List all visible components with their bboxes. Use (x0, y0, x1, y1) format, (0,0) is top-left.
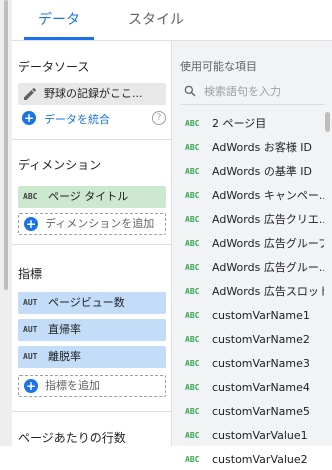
text-type-icon: ABC (185, 407, 200, 416)
search-underline (180, 104, 325, 105)
dimension-chip[interactable]: ABC ページ タイトル (18, 186, 166, 208)
field-item[interactable]: ABC customVarValue1 (172, 426, 324, 446)
properties-panel: データソース 野球の記録がここ... + データを統合 ? ディメンション AB… (12, 41, 171, 446)
add-metric-button[interactable]: + 指標を追加 (18, 375, 166, 397)
field-name: customVarName2 (212, 333, 310, 346)
field-item[interactable]: ABC AdWords の基準 ID (172, 162, 324, 182)
text-type-icon: ABC (185, 311, 200, 320)
field-name: customVarValue2 (212, 453, 308, 466)
field-item[interactable]: ABC customVarName2 (172, 330, 324, 350)
active-tab-indicator (24, 37, 94, 40)
fields-scrollbar-thumb[interactable] (325, 112, 330, 132)
field-item[interactable]: ABC customVarName4 (172, 378, 324, 398)
text-type-icon: ABC (185, 191, 200, 200)
field-item[interactable]: ABC AdWords 広告クリエ... (172, 210, 324, 230)
field-item[interactable]: ABC AdWords 広告グルー... (172, 258, 324, 278)
dimension-chip-label: ページ タイトル (48, 190, 129, 203)
left-scrollbar[interactable] (0, 0, 12, 446)
field-name: AdWords 広告グループ (212, 237, 324, 250)
divider (12, 244, 171, 245)
field-name: customVarName4 (212, 381, 310, 394)
divider (12, 411, 171, 412)
plus-circle-icon: + (24, 379, 38, 393)
field-name: customVarName3 (212, 357, 310, 370)
field-name: AdWords お客様 ID (212, 141, 313, 154)
field-item[interactable]: ABC AdWords お客様 ID (172, 138, 324, 158)
field-name: customVarValue1 (212, 429, 308, 442)
text-type-icon: ABC (185, 215, 200, 224)
text-type-icon: ABC (185, 359, 200, 368)
metric-chip-label: 離脱率 (48, 350, 81, 363)
metric-chip-label: ページビュー数 (48, 296, 125, 309)
add-dimension-label: ディメンションを追加 (45, 217, 155, 230)
add-dimension-button[interactable]: + ディメンションを追加 (18, 213, 166, 235)
auto-type-icon: AUT (23, 298, 38, 307)
available-fields-title: 使用可能な項目 (180, 60, 257, 73)
help-icon[interactable]: ? (152, 111, 166, 125)
auto-type-icon: AUT (23, 352, 38, 361)
dimension-title: ディメンション (18, 158, 102, 172)
add-metric-label: 指標を追加 (45, 379, 100, 392)
field-item[interactable]: ABC customVarName5 (172, 402, 324, 422)
tab-bar: データ スタイル (12, 0, 332, 41)
field-item[interactable]: ABC 2 ページ目 (172, 114, 324, 134)
pencil-icon[interactable] (22, 85, 38, 103)
metric-chip[interactable]: AUT 離脱率 (18, 346, 166, 368)
field-name: AdWords の基準 ID (212, 165, 313, 178)
field-item[interactable]: ABC AdWords キャンペー... (172, 186, 324, 206)
available-fields-panel: 使用可能な項目 ABC 2 ページ目 ABC AdWords お客様 ID ABC AdW… (171, 41, 332, 466)
field-item[interactable]: ABC customVarName1 (172, 306, 324, 326)
text-type-icon: ABC (185, 239, 200, 248)
field-item[interactable]: ABC customVarValue2 (172, 450, 324, 470)
field-item[interactable]: ABC customVarName3 (172, 354, 324, 374)
text-type-icon: ABC (185, 263, 200, 272)
plus-circle-icon[interactable]: + (22, 111, 36, 125)
text-type-icon: ABC (185, 335, 200, 344)
tab-style[interactable]: スタイル (112, 0, 200, 40)
divider (12, 139, 171, 140)
search-icon (184, 85, 196, 97)
field-item[interactable]: ABC AdWords 広告スロット (172, 282, 324, 302)
auto-type-icon: AUT (23, 325, 38, 334)
plus-circle-icon: + (24, 217, 38, 231)
text-type-icon: ABC (185, 167, 200, 176)
field-search-input[interactable] (204, 82, 324, 100)
field-name: AdWords 広告スロット (212, 285, 324, 298)
text-type-icon: ABC (185, 143, 200, 152)
data-source-title: データソース (18, 60, 90, 74)
field-name: 2 ページ目 (212, 117, 267, 130)
metric-chip[interactable]: AUT ページビュー数 (18, 292, 166, 314)
blend-data-link[interactable]: データを統合 (44, 111, 110, 127)
field-name: customVarName5 (212, 405, 310, 418)
field-name: AdWords キャンペー... (212, 189, 324, 202)
metric-title: 指標 (18, 267, 43, 281)
data-source-chip[interactable]: 野球の記録がここ... (18, 83, 166, 105)
text-type-icon: ABC (185, 383, 200, 392)
text-type-icon: ABC (23, 192, 38, 201)
field-name: AdWords 広告グルー... (212, 261, 324, 274)
field-item[interactable]: ABC AdWords 広告グループ (172, 234, 324, 254)
metric-chip[interactable]: AUT 直帰率 (18, 319, 166, 341)
data-source-name: 野球の記録がここ... (44, 87, 143, 100)
left-scrollbar-thumb[interactable] (4, 0, 8, 290)
field-name: customVarName1 (212, 309, 310, 322)
text-type-icon: ABC (185, 431, 200, 440)
text-type-icon: ABC (185, 455, 200, 464)
rows-per-page-title: ページあたりの行数 (18, 431, 126, 445)
metric-chip-label: 直帰率 (48, 323, 81, 336)
field-name: AdWords 広告クリエ... (212, 213, 324, 226)
text-type-icon: ABC (185, 287, 200, 296)
text-type-icon: ABC (185, 119, 200, 128)
tab-data[interactable]: データ (24, 0, 94, 40)
